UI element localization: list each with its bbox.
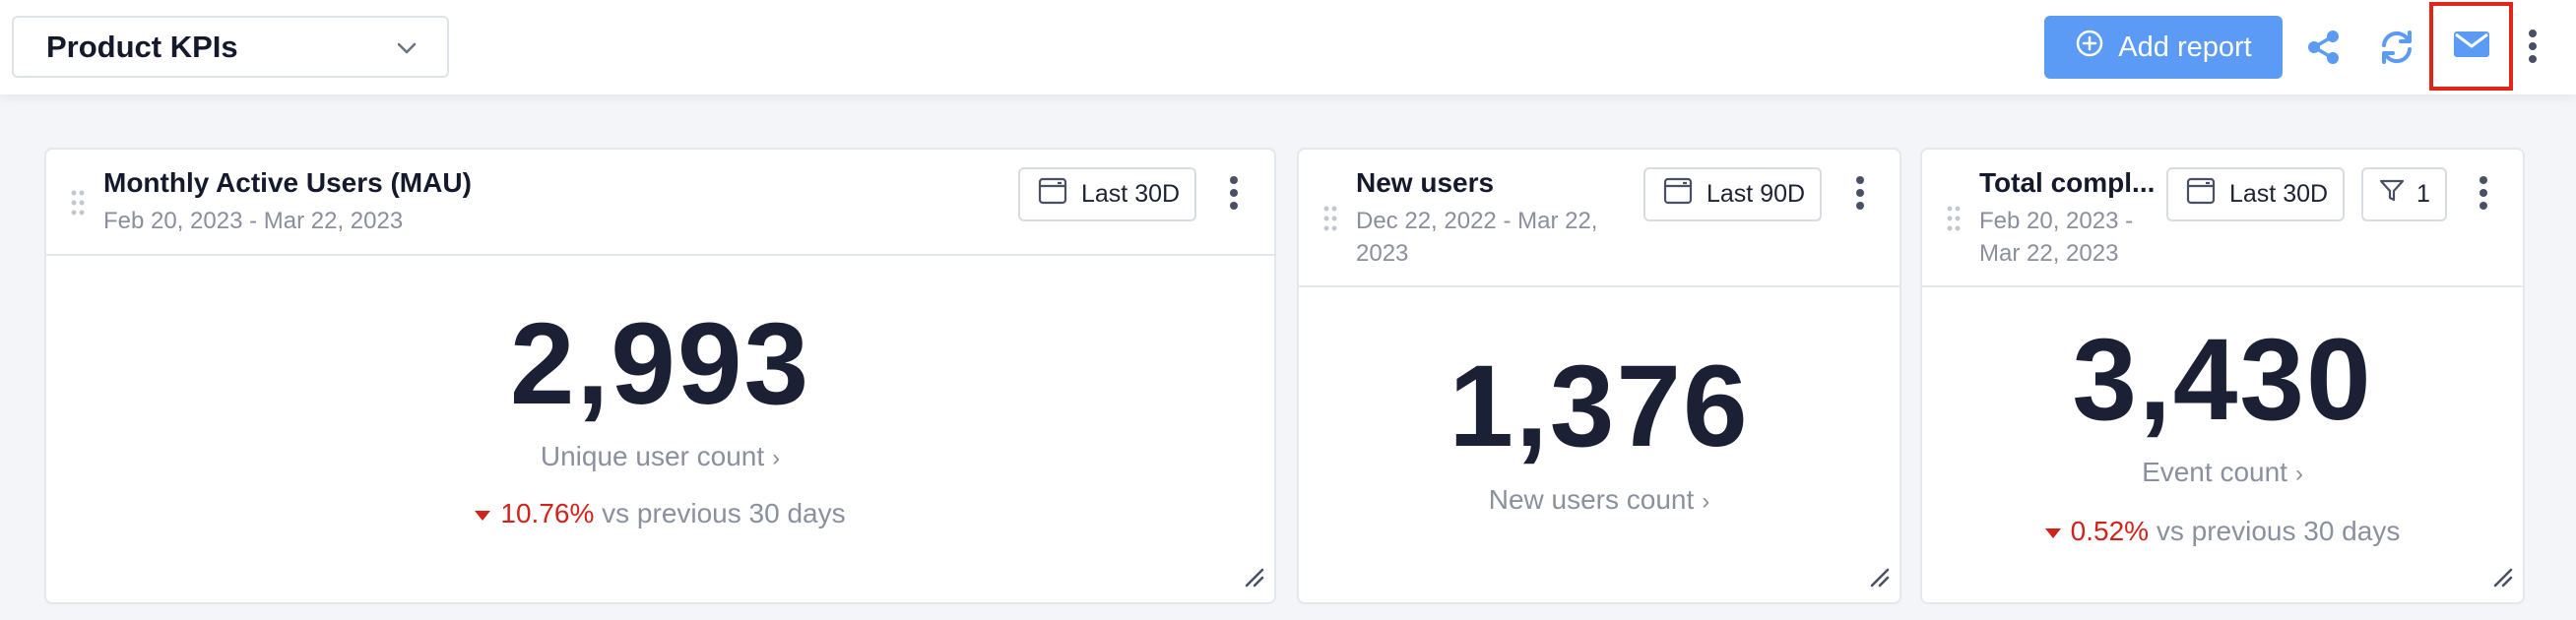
share-icon[interactable] [2300, 24, 2348, 71]
add-report-label: Add report [2118, 31, 2252, 63]
resize-handle-icon[interactable] [2491, 566, 2513, 592]
chevron-right-icon: › [2294, 461, 2303, 487]
metric-label-link[interactable]: Event count › [1922, 457, 2523, 488]
more-options-icon[interactable] [2523, 27, 2543, 66]
drag-handle-icon[interactable] [70, 189, 86, 221]
refresh-icon[interactable] [2373, 24, 2420, 71]
metric-value: 3,430 [2072, 315, 2373, 445]
dashboard-select[interactable]: Product KPIs [12, 16, 449, 78]
delta-percent: 10.76% [500, 498, 595, 528]
card-date-range: Dec 22, 2022 - Mar 22, 2023 [1356, 205, 1597, 270]
email-report-button[interactable] [2429, 2, 2513, 91]
delta-text: vs previous 30 days [2156, 516, 2401, 546]
down-triangle-icon [2044, 527, 2061, 538]
date-range-label: Last 30D [1081, 180, 1181, 208]
calendar-icon [2186, 176, 2216, 213]
card-date-range-line: Dec 22, 2022 - Mar 22, [1356, 208, 1598, 234]
down-triangle-icon [475, 510, 491, 521]
drag-handle-icon[interactable] [1946, 205, 1962, 237]
comparison-delta: 10.76% vs previous 30 days [46, 498, 1274, 529]
card-date-range-line: Mar 22, 2023 [1979, 240, 2119, 267]
date-range-button[interactable]: Last 30D [1018, 167, 1196, 221]
card-date-range-line: 2023 [1356, 240, 1409, 267]
report-card-mau: Monthly Active Users (MAU) Feb 20, 2023 … [44, 148, 1276, 604]
date-range-label: Last 30D [2229, 180, 2329, 208]
card-header: Total compl... Feb 20, 2023 - Mar 22, 20… [1922, 150, 2523, 287]
report-card-new-users: New users Dec 22, 2022 - Mar 22, 2023 La… [1297, 148, 1901, 604]
card-title[interactable]: Monthly Active Users (MAU) [103, 167, 472, 199]
metric-value: 1,376 [1449, 341, 1750, 471]
card-date-range: Feb 20, 2023 - Mar 22, 2023 [103, 208, 404, 234]
card-menu-icon[interactable] [1850, 173, 1870, 213]
card-title[interactable]: New users [1356, 167, 1494, 199]
chevron-right-icon: › [1702, 488, 1710, 515]
metric-label: New users count [1488, 484, 1695, 515]
calendar-icon [1663, 176, 1693, 213]
chevron-down-icon [394, 35, 419, 66]
metric-label-link[interactable]: New users count › [1299, 484, 1900, 516]
delta-percent: 0.52% [2070, 516, 2150, 546]
filter-icon [2379, 178, 2405, 211]
resize-handle-icon[interactable] [1243, 566, 1264, 592]
filter-button[interactable]: 1 [2361, 167, 2447, 221]
mail-icon [2453, 30, 2490, 64]
card-date-range-line: Feb 20, 2023 - [1979, 208, 2134, 234]
drag-handle-icon[interactable] [1322, 205, 1338, 237]
dashboard-title: Product KPIs [46, 29, 238, 64]
metric-label-link[interactable]: Unique user count › [46, 441, 1274, 472]
dashboard-canvas: Monthly Active Users (MAU) Feb 20, 2023 … [0, 94, 2576, 620]
filter-count: 1 [2416, 180, 2430, 208]
top-bar: Product KPIs Add report [0, 0, 2576, 94]
delta-text: vs previous 30 days [602, 498, 846, 528]
metric-label: Unique user count [540, 441, 765, 471]
card-date-range: Feb 20, 2023 - Mar 22, 2023 [1979, 205, 2133, 270]
date-range-button[interactable]: Last 30D [2166, 167, 2345, 221]
card-title[interactable]: Total compl... [1979, 167, 2155, 199]
calendar-icon [1038, 176, 1067, 213]
date-range-button[interactable]: Last 90D [1643, 167, 1822, 221]
date-range-label: Last 90D [1707, 180, 1806, 208]
comparison-delta: 0.52% vs previous 30 days [1922, 516, 2523, 547]
card-header: Monthly Active Users (MAU) Feb 20, 2023 … [46, 150, 1274, 256]
chevron-right-icon: › [772, 445, 781, 471]
add-report-button[interactable]: Add report [2044, 16, 2283, 79]
report-card-total-completed: Total compl... Feb 20, 2023 - Mar 22, 20… [1920, 148, 2525, 604]
metric-value: 2,993 [509, 299, 811, 429]
resize-handle-icon[interactable] [1868, 566, 1890, 592]
metric-label: Event count [2142, 457, 2287, 487]
card-menu-icon[interactable] [1224, 173, 1244, 213]
plus-circle-icon [2075, 29, 2104, 66]
card-menu-icon[interactable] [2474, 173, 2493, 213]
card-header: New users Dec 22, 2022 - Mar 22, 2023 La… [1299, 150, 1900, 287]
